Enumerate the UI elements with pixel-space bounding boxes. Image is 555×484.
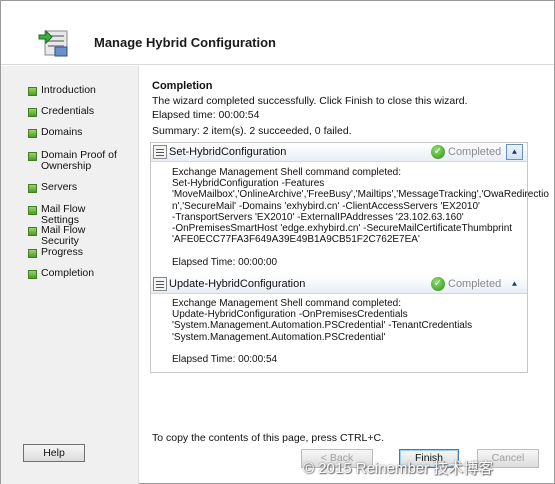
step-label: Credentials: [41, 105, 95, 117]
step-complete-icon: [28, 108, 37, 117]
task-status: Completed: [448, 146, 502, 158]
wizard-steps-sidebar: Introduction Credentials Domains Domain …: [1, 66, 139, 484]
step-label: Mail Flow Security: [41, 224, 86, 247]
elapsed-time: Elapsed time: 00:00:54: [152, 109, 260, 121]
wizard-window: Manage Hybrid Configuration Introduction…: [0, 0, 555, 484]
step-complete-icon: [28, 184, 37, 193]
step-complete-icon: [28, 129, 37, 138]
step-domain-proof-of-ownership[interactable]: Domain Proof of Ownership: [28, 150, 121, 172]
page-title: Manage Hybrid Configuration: [94, 35, 276, 50]
step-label: Domain Proof of Ownership: [41, 149, 117, 172]
step-completion[interactable]: Completion: [28, 268, 121, 279]
step-label: Completion: [41, 267, 95, 279]
collapse-button[interactable]: ⯅: [506, 144, 523, 160]
task-results-panel: Set-HybridConfiguration ✓ Completed ⯅ Ex…: [150, 142, 549, 373]
task-name: Update-HybridConfiguration: [169, 278, 306, 290]
step-label: Introduction: [41, 84, 96, 96]
task-header-set-hybridconfiguration: Set-HybridConfiguration ✓ Completed ⯅: [151, 143, 527, 162]
step-complete-icon: [28, 152, 37, 161]
step-complete-icon: [28, 270, 37, 279]
step-label: Domains: [41, 126, 83, 138]
step-complete-icon: [28, 227, 37, 236]
step-credentials[interactable]: Credentials: [28, 106, 121, 117]
checkmark-icon: ✓: [431, 277, 445, 291]
step-complete-icon: [28, 87, 37, 96]
task-status: Completed: [448, 278, 502, 290]
completion-message: The wizard completed successfully. Click…: [152, 95, 468, 107]
step-mail-flow-security[interactable]: Mail Flow Security: [28, 225, 121, 247]
task-output-update-hybridconfiguration: Exchange Management Shell command comple…: [172, 298, 473, 366]
step-complete-icon: [28, 249, 37, 258]
collapse-button[interactable]: ⯅: [506, 276, 523, 292]
section-title: Completion: [152, 80, 213, 92]
step-mail-flow-settings[interactable]: Mail Flow Settings: [28, 204, 121, 226]
copyright-watermark: © 2015 Reinember 技术博客: [303, 460, 494, 477]
cmdlet-icon: [153, 145, 167, 159]
step-servers[interactable]: Servers: [28, 182, 121, 193]
checkmark-icon: ✓: [431, 145, 445, 159]
step-label: Mail Flow Settings: [41, 203, 86, 226]
step-domains[interactable]: Domains: [28, 127, 121, 138]
cmdlet-icon: [153, 277, 167, 291]
wizard-header: Manage Hybrid Configuration: [1, 1, 554, 65]
step-progress[interactable]: Progress: [28, 247, 121, 258]
task-name: Set-HybridConfiguration: [169, 146, 287, 158]
step-label: Servers: [41, 181, 78, 193]
step-label: Progress: [41, 246, 84, 258]
task-output-set-hybridconfiguration: Exchange Management Shell command comple…: [172, 167, 549, 268]
step-introduction[interactable]: Introduction: [28, 85, 121, 96]
task-header-update-hybridconfiguration: Update-HybridConfiguration ✓ Completed ⯅: [151, 275, 527, 294]
help-button[interactable]: Help: [23, 444, 85, 462]
hybrid-configuration-icon: [38, 29, 68, 57]
step-complete-icon: [28, 206, 37, 215]
copy-hint: To copy the contents of this page, press…: [152, 432, 384, 444]
summary-text: Summary: 2 item(s). 2 succeeded, 0 faile…: [152, 125, 352, 137]
